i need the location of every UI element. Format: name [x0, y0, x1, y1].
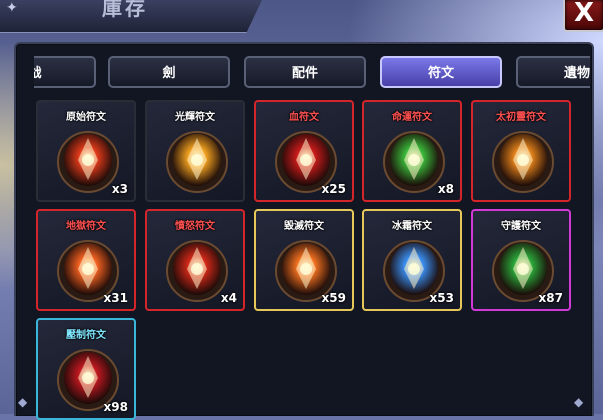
rune-quantity: x4 — [220, 291, 237, 305]
tab-0[interactable]: 战 — [34, 56, 96, 88]
corner-ornament-icon: ◆ — [574, 395, 584, 409]
rune-slot[interactable]: 冰霜符文 x53 — [362, 209, 462, 311]
rune-quantity: x31 — [103, 291, 128, 305]
rune-slot[interactable]: 原始符文 x3 — [36, 100, 136, 202]
tab-accessory[interactable]: 配件 — [244, 56, 366, 88]
rune-quantity: x87 — [538, 291, 563, 305]
window-title: 庫存 — [102, 0, 148, 20]
rune-name: 原始符文 — [66, 112, 106, 123]
rune-slot[interactable]: 太初靈符文 — [471, 100, 571, 202]
rune-quantity: x3 — [111, 182, 128, 196]
rune-name: 地獄符文 — [66, 221, 106, 232]
rune-slot[interactable]: 壓制符文 x98 — [36, 318, 136, 420]
rune-icon — [492, 131, 554, 193]
rune-name: 守護符文 — [501, 221, 541, 232]
rune-slot[interactable]: 守護符文 x87 — [471, 209, 571, 311]
title-bar: ✦ 庫存 — [0, 0, 262, 33]
rune-slot[interactable]: 命運符文 x8 — [362, 100, 462, 202]
rune-quantity: x53 — [429, 291, 454, 305]
tab-rune[interactable]: 符文 — [380, 56, 502, 88]
rune-quantity: x98 — [103, 400, 128, 414]
star-ornament-icon: ✦ — [6, 0, 18, 16]
rune-quantity: x25 — [321, 182, 346, 196]
rune-name: 太初靈符文 — [496, 112, 546, 123]
rune-slot[interactable]: 毀滅符文 x59 — [254, 209, 354, 311]
rune-quantity: x59 — [321, 291, 346, 305]
rune-slot[interactable]: 光輝符文 — [145, 100, 245, 202]
rune-slot[interactable]: 血符文 x25 — [254, 100, 354, 202]
tab-sword[interactable]: 劍 — [108, 56, 230, 88]
corner-ornament-icon: ◆ — [18, 395, 28, 409]
rune-slot[interactable]: 憤怒符文 x4 — [145, 209, 245, 311]
rune-name: 光輝符文 — [175, 112, 215, 123]
rune-name: 壓制符文 — [66, 330, 106, 341]
rune-name: 血符文 — [289, 112, 319, 123]
rune-quantity: x8 — [437, 182, 454, 196]
rune-slot[interactable]: 地獄符文 x31 — [36, 209, 136, 311]
rune-name: 冰霜符文 — [392, 221, 432, 232]
tab-relic[interactable]: 遺物 — [516, 56, 590, 88]
category-tabs: 战 劍 配件 符文 遺物 — [34, 56, 590, 92]
rune-name: 毀滅符文 — [284, 221, 324, 232]
rune-icon — [166, 131, 228, 193]
close-button[interactable]: X — [563, 0, 603, 32]
rune-name: 命運符文 — [392, 112, 432, 123]
rune-name: 憤怒符文 — [175, 221, 215, 232]
